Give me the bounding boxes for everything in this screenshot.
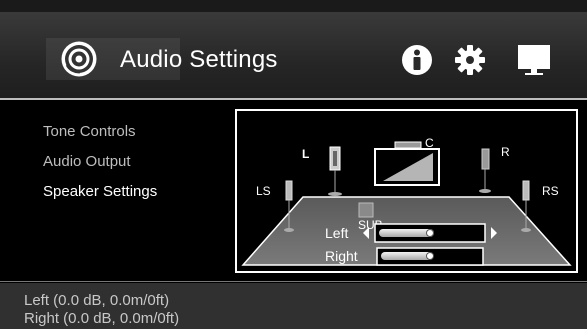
- status-line-left: Left (0.0 dB, 0.0m/0ft): [24, 292, 170, 309]
- page-title: Audio Settings: [120, 46, 278, 73]
- speaker-label-c: C: [425, 136, 434, 150]
- info-icon[interactable]: [401, 44, 433, 76]
- right-level-slider[interactable]: [376, 247, 484, 266]
- menu-item-audio-output[interactable]: Audio Output: [43, 152, 157, 182]
- left-level-label: Left: [325, 225, 348, 241]
- app-logo: Audio Settings: [46, 38, 277, 80]
- status-bar: Left (0.0 dB, 0.0m/0ft) Right (0.0 dB, 0…: [0, 283, 587, 329]
- right-level-knob[interactable]: [426, 252, 434, 260]
- speaker-label-rs: RS: [542, 184, 559, 198]
- monitor-icon[interactable]: [517, 44, 551, 77]
- menu-item-tone-controls[interactable]: Tone Controls: [43, 122, 157, 152]
- header-divider: [0, 98, 587, 100]
- left-speaker: [328, 146, 342, 196]
- settings-menu: Tone Controls Audio Output Speaker Setti…: [43, 122, 157, 212]
- right-speaker: [479, 148, 491, 193]
- gear-icon[interactable]: [454, 44, 486, 76]
- speaker-label-l: L: [302, 147, 309, 161]
- subwoofer: [358, 202, 374, 218]
- top-bar: [0, 0, 587, 12]
- left-level-slider[interactable]: [374, 223, 486, 243]
- speaker-diagram: L C R LS RS SUB Left Right: [241, 136, 572, 266]
- menu-item-speaker-settings[interactable]: Speaker Settings: [43, 182, 157, 212]
- right-level-label: Right: [325, 248, 358, 264]
- speaker-label-ls: LS: [256, 184, 271, 198]
- footer-divider: [0, 281, 587, 282]
- left-level-knob[interactable]: [426, 229, 434, 237]
- header: Audio Settings: [0, 12, 587, 98]
- speaker-label-r: R: [501, 145, 510, 159]
- speaker-layout-panel: L C R LS RS SUB Left Right: [235, 109, 578, 273]
- speaker-disc-icon: [61, 41, 97, 77]
- status-line-right: Right (0.0 dB, 0.0m/0ft): [24, 310, 180, 327]
